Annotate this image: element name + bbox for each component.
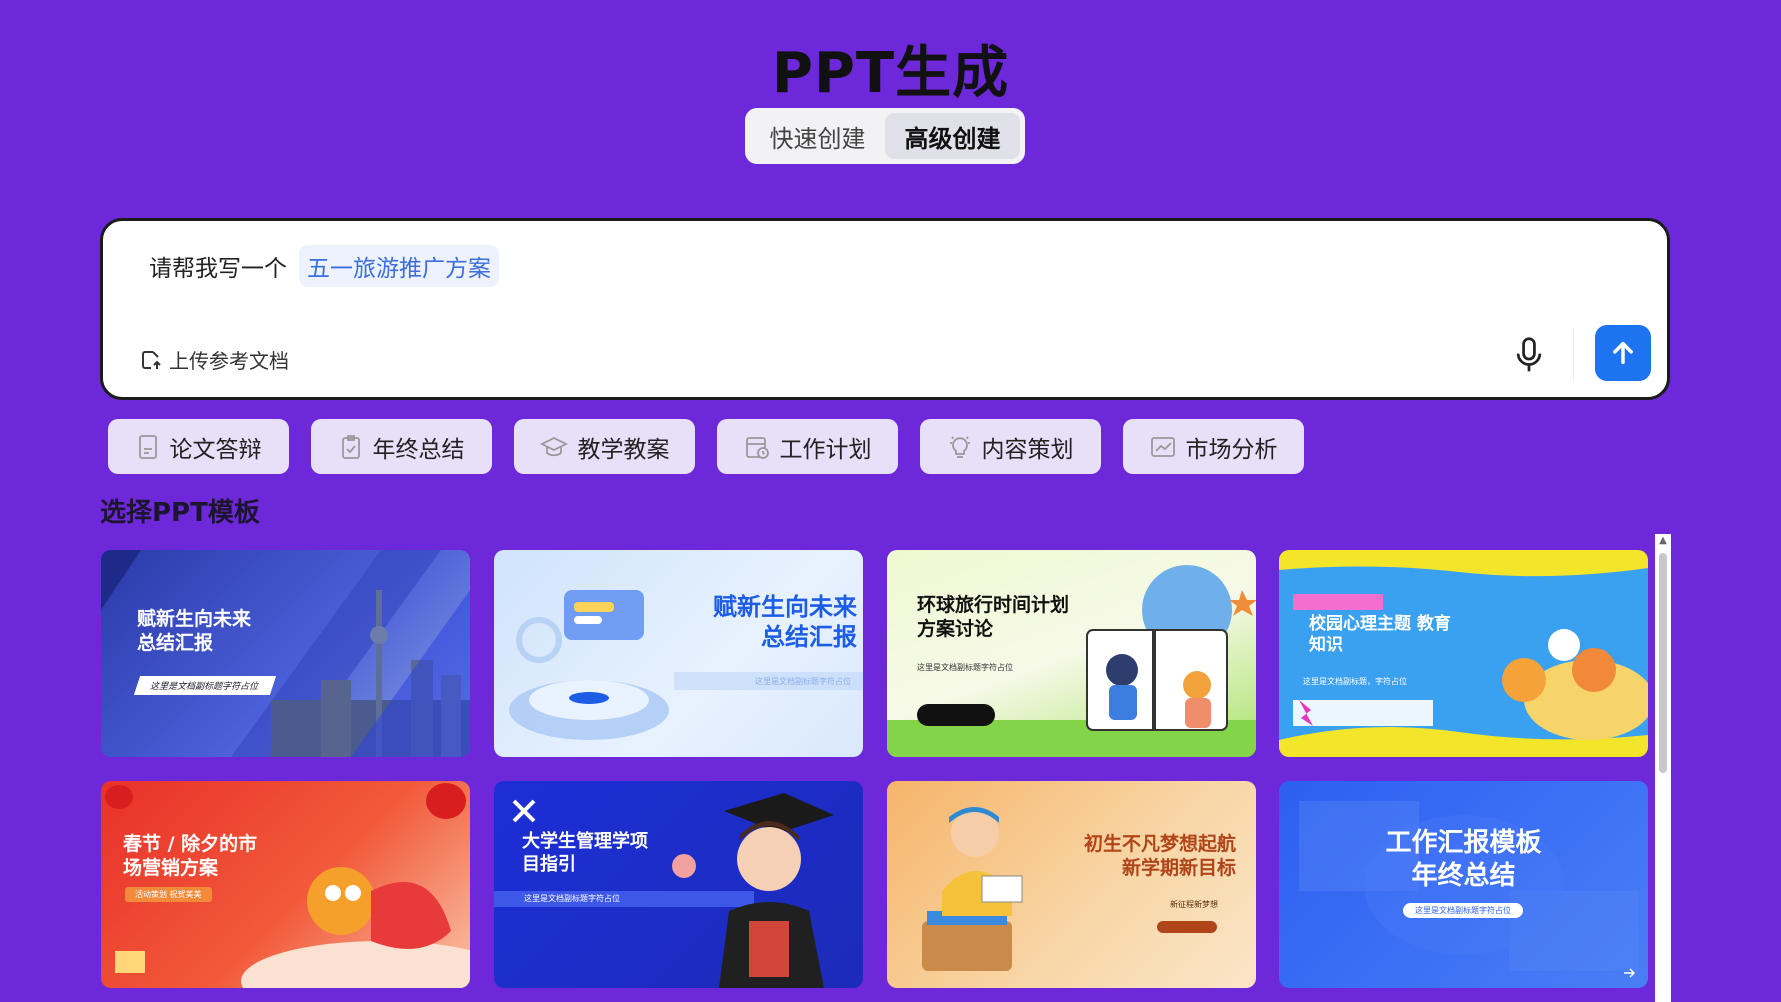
upload-button[interactable]: 上传参考文档	[139, 345, 289, 374]
template-subtitle: 这里是文档副标题字符占位	[755, 677, 851, 686]
graduate-illustration	[494, 793, 834, 988]
quick-action-content-plan[interactable]: 内容策划	[920, 419, 1101, 474]
quick-action-label: 工作计划	[779, 436, 872, 463]
quick-action-label: 年终总结	[372, 436, 465, 463]
graduation-cap-icon	[539, 436, 568, 456]
arrow-up-icon	[1613, 341, 1633, 365]
template-card[interactable]: 赋新生向未来 总结汇报 这里是文档副标题字符占位	[494, 550, 863, 757]
quick-action-label: 市场分析	[1185, 436, 1278, 463]
quick-action-work-plan[interactable]: 工作计划	[717, 419, 898, 474]
quick-action-teaching[interactable]: 教学教案	[514, 419, 695, 474]
prompt-box[interactable]: 请帮我写一个 五一旅游推广方案 上传参考文档	[100, 218, 1670, 400]
template-title: 工作汇报模板 年终总结	[1385, 828, 1542, 891]
template-card[interactable]: 工作汇报模板 年终总结 这里是文档副标题字符占位	[1279, 781, 1648, 988]
quick-action-label: 教学教案	[577, 436, 670, 463]
tab-advanced-create[interactable]: 高级创建	[885, 113, 1020, 159]
quick-action-market[interactable]: 市场分析	[1123, 419, 1304, 474]
calendar-clock-icon	[745, 436, 769, 459]
clipboard-check-icon	[341, 434, 360, 459]
template-title: 赋新生向未来 总结汇报	[713, 593, 857, 651]
prompt-prefix: 请帮我写一个	[149, 256, 287, 282]
template-subtitle: 这里是文档副标题字符占位	[133, 676, 277, 695]
template-card[interactable]: 大学生管理学项 目指引 这里是文档副标题字符占位	[494, 781, 863, 988]
quick-action-thesis[interactable]: 论文答辩	[108, 419, 289, 474]
send-button[interactable]	[1595, 325, 1651, 381]
mic-button[interactable]	[1507, 333, 1551, 377]
template-card[interactable]: 校园心理主题 教育 知识 这里是文档副标题，字符占位	[1279, 550, 1648, 757]
scrollbar-thumb[interactable]	[1659, 553, 1667, 773]
upload-label: 上传参考文档	[169, 349, 289, 373]
template-subtitle: 新征程新梦想	[1170, 900, 1218, 909]
quick-action-year-end[interactable]: 年终总结	[311, 419, 492, 474]
quick-action-label: 论文答辩	[169, 436, 262, 463]
template-card[interactable]: 环球旅行时间计划 方案讨论 这里是文档副标题字符占位	[887, 550, 1256, 757]
tab-quick-create[interactable]: 快速创建	[750, 113, 885, 159]
lion-dance-illustration	[105, 783, 470, 988]
template-subtitle: 这里是文档副标题字符占位	[524, 894, 620, 903]
template-button-shape	[917, 704, 995, 726]
template-title: 大学生管理学项 目指引	[522, 831, 648, 875]
upload-file-icon	[142, 350, 161, 369]
page-title: PPT生成	[771, 41, 1010, 106]
document-icon	[138, 434, 157, 459]
template-subtitle: 这里是文档副标题字符占位	[1403, 903, 1523, 918]
prompt-line[interactable]: 请帮我写一个 五一旅游推广方案	[149, 245, 499, 287]
template-card[interactable]: 初生不凡梦想起航 新学期新目标 新征程新梦想	[887, 781, 1256, 988]
template-card[interactable]: 赋新生向未来 总结汇报 这里是文档副标题字符占位	[101, 550, 470, 757]
chart-icon	[1150, 436, 1175, 457]
template-title: 校园心理主题 教育 知识	[1309, 614, 1451, 656]
divider	[1573, 329, 1574, 381]
student-reading-illustration	[922, 807, 1217, 971]
template-title: 赋新生向未来 总结汇报	[137, 608, 252, 654]
template-title: 春节 / 除夕的市 场营销方案	[123, 833, 258, 879]
lightbulb-icon	[949, 435, 970, 458]
glass-illustration	[509, 590, 863, 740]
template-subtitle: 这里是文档副标题字符占位	[917, 663, 1013, 672]
quick-actions: 论文答辩 年终总结 教学教案 工作计划 内容策划 市场分析	[108, 419, 1304, 474]
template-subtitle: 活动策划 祝贺美美	[125, 887, 212, 902]
template-title: 环球旅行时间计划 方案讨论	[917, 594, 1070, 640]
prompt-chip[interactable]: 五一旅游推广方案	[299, 245, 499, 287]
mode-switch: 快速创建 高级创建	[745, 108, 1025, 164]
template-card[interactable]: 春节 / 除夕的市 场营销方案 活动策划 祝贺美美	[101, 781, 470, 988]
template-subtitle: 这里是文档副标题，字符占位	[1303, 677, 1407, 686]
template-title: 初生不凡梦想起航 新学期新目标	[1083, 833, 1236, 879]
section-title: 选择PPT模板	[100, 498, 260, 528]
microphone-icon	[1516, 337, 1542, 372]
quick-action-label: 内容策划	[981, 436, 1074, 463]
scroll-up-icon[interactable]: ▲	[1657, 534, 1669, 546]
